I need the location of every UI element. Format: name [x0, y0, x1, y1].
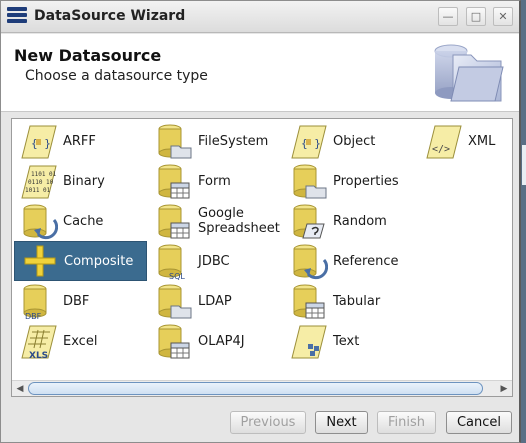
datasource-tabular[interactable]: Tabular — [284, 281, 417, 321]
datasource-object[interactable]: { } Object — [284, 121, 417, 161]
jdbc-icon: SQL — [158, 244, 185, 280]
close-button[interactable]: ✕ — [493, 7, 513, 26]
svg-text:SQL: SQL — [169, 272, 185, 280]
datasource-label: JDBC — [198, 253, 230, 269]
background-strip — [522, 145, 526, 185]
datasource-reference[interactable]: Reference — [284, 241, 417, 281]
ldap-icon — [158, 284, 192, 319]
svg-text:DBF: DBF — [25, 312, 42, 320]
cache-icon — [23, 204, 58, 240]
datasource-grid: { } ARFF FileSystem { } Object </> XML 1… — [12, 119, 512, 379]
previous-button[interactable]: Previous — [230, 411, 306, 434]
filesystem-icon — [158, 124, 192, 159]
maximize-button[interactable]: □ — [466, 7, 486, 26]
window-title: DataSource Wizard — [34, 8, 186, 24]
datasource-label-line2: Spreadsheet — [198, 221, 280, 236]
datasource-label: Google Spreadsheet — [198, 206, 280, 236]
scroll-right-arrow-icon[interactable]: ▶ — [497, 382, 511, 396]
datasource-text[interactable]: Text — [284, 321, 417, 361]
datasource-dbf[interactable]: DBF DBF — [14, 281, 147, 321]
datasource-label: ARFF — [63, 133, 96, 149]
svg-text:1101 01: 1101 01 — [31, 171, 57, 178]
datasource-banner-icon — [434, 44, 504, 102]
datasource-xml[interactable]: </> XML — [419, 121, 512, 161]
reference-icon — [293, 244, 328, 280]
app-menu-icon[interactable] — [7, 7, 27, 27]
datasource-binary[interactable]: 1101 01 0110 10 1011 01 Binary — [14, 161, 147, 201]
datasource-olap4j[interactable]: OLAP4J — [149, 321, 282, 361]
datasource-label: Binary — [63, 173, 105, 189]
svg-text:0110 10: 0110 10 — [28, 179, 54, 186]
text-icon — [291, 325, 327, 359]
datasource-arff[interactable]: { } ARFF — [14, 121, 147, 161]
scroll-left-arrow-icon[interactable]: ◀ — [13, 382, 27, 396]
form-icon — [158, 164, 190, 199]
scroll-thumb[interactable] — [28, 382, 483, 395]
datasource-properties[interactable]: Properties — [284, 161, 417, 201]
datasource-list[interactable]: { } ARFF FileSystem { } Object </> XML 1… — [11, 118, 513, 397]
datasource-label: Object — [333, 133, 376, 149]
datasource-label: Properties — [333, 173, 399, 189]
google-spreadsheet-icon — [158, 204, 190, 239]
datasource-label-line1: Google — [198, 206, 244, 221]
datasource-label: OLAP4J — [198, 333, 245, 349]
wizard-window: DataSource Wizard — □ ✕ New Datasource C… — [0, 0, 521, 443]
object-icon: { } — [291, 125, 327, 159]
datasource-random[interactable]: Random — [284, 201, 417, 241]
datasource-label: LDAP — [198, 293, 232, 309]
composite-plus-icon — [24, 245, 56, 277]
svg-text:</>: </> — [432, 144, 450, 155]
dbf-icon: DBF — [23, 284, 47, 320]
datasource-cache[interactable]: Cache — [14, 201, 147, 241]
tabular-icon — [293, 284, 325, 319]
olap4j-icon — [158, 324, 190, 359]
random-icon — [293, 204, 325, 239]
datasource-label: Cache — [63, 213, 104, 229]
datasource-filesystem[interactable]: FileSystem — [149, 121, 282, 161]
minimize-button[interactable]: — — [438, 7, 458, 26]
datasource-label: Excel — [63, 333, 98, 349]
datasource-label: Reference — [333, 253, 399, 269]
horizontal-scrollbar[interactable]: ◀ ▶ — [12, 380, 512, 396]
excel-icon: XLS — [21, 325, 57, 360]
datasource-excel[interactable]: XLS Excel — [14, 321, 147, 361]
page-title: New Datasource — [14, 46, 162, 65]
datasource-label: Random — [333, 213, 387, 229]
datasource-label: Form — [198, 173, 231, 189]
datasource-label: DBF — [63, 293, 90, 309]
xml-icon: </> — [426, 125, 462, 159]
datasource-label: Composite — [64, 253, 134, 269]
datasource-composite[interactable]: Composite — [14, 241, 147, 281]
page-subtitle: Choose a datasource type — [25, 68, 208, 84]
datasource-label: Text — [333, 333, 360, 349]
datasource-label: Tabular — [333, 293, 381, 309]
finish-button[interactable]: Finish — [377, 411, 436, 434]
datasource-label: FileSystem — [198, 133, 269, 149]
binary-icon: 1101 01 0110 10 1011 01 — [21, 165, 57, 199]
svg-text:XLS: XLS — [29, 351, 48, 360]
wizard-header: New Datasource Choose a datasource type — [1, 34, 519, 112]
datasource-jdbc[interactable]: SQL JDBC — [149, 241, 282, 281]
cancel-button[interactable]: Cancel — [446, 411, 512, 434]
datasource-ldap[interactable]: LDAP — [149, 281, 282, 321]
svg-text:1011 01: 1011 01 — [25, 187, 51, 194]
datasource-label: XML — [468, 133, 496, 149]
datasource-google-spreadsheet[interactable]: Google Spreadsheet — [149, 201, 282, 241]
properties-icon — [293, 164, 327, 199]
datasource-form[interactable]: Form — [149, 161, 282, 201]
next-button[interactable]: Next — [315, 411, 368, 434]
title-bar[interactable]: DataSource Wizard — □ ✕ — [1, 1, 519, 33]
arff-icon: { } — [21, 125, 57, 159]
